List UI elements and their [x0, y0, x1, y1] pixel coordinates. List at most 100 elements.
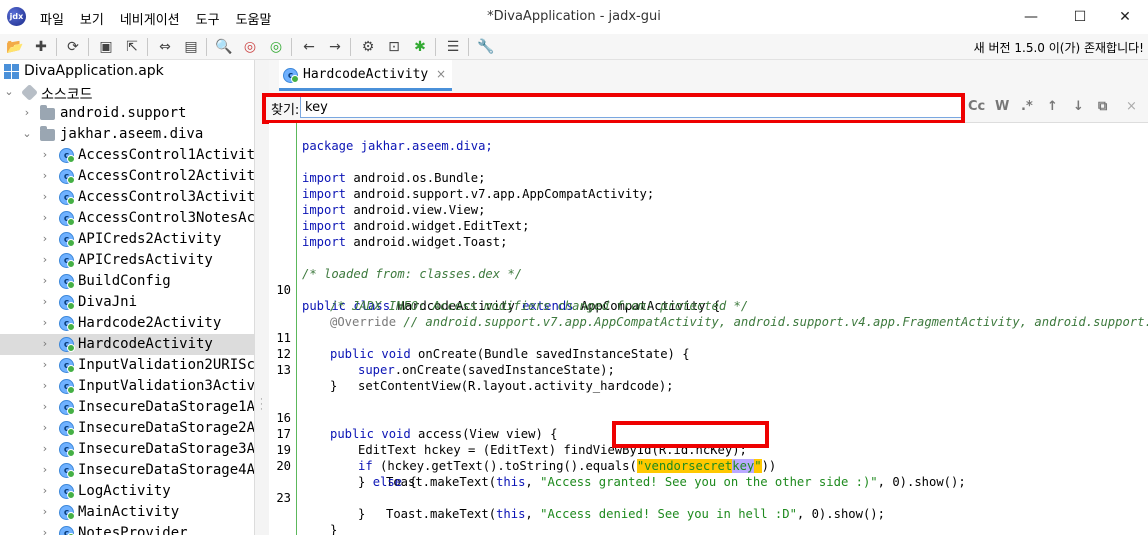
chevron-right-icon[interactable]: › [39, 400, 51, 413]
export-icon[interactable]: ⇱ [122, 37, 142, 57]
menu-help[interactable]: 도움말 [236, 9, 272, 28]
tree-class-item-selected[interactable]: › c HardcodeActivity [0, 334, 254, 355]
forward-icon[interactable]: → [325, 37, 345, 57]
chevron-right-icon[interactable]: › [39, 169, 51, 182]
back-icon[interactable]: ← [299, 37, 319, 57]
tree-class-item[interactable]: › c AccessControl2Activity [0, 166, 254, 187]
tree-node-source[interactable]: ⌄ 소스코드 [0, 82, 254, 103]
tree-node-package[interactable]: ⌄ jakhar.aseem.diva [0, 124, 254, 145]
chevron-right-icon[interactable]: › [39, 526, 51, 535]
wrench-icon[interactable]: 🔧 [476, 37, 496, 57]
tree-class-item[interactable]: › c MainActivity [0, 502, 254, 523]
tree-class-item[interactable]: › c InputValidation2URISchemeActivity [0, 355, 254, 376]
tree-class-item[interactable]: › c AccessControl3Activity [0, 187, 254, 208]
chevron-right-icon[interactable]: › [39, 253, 51, 266]
code-editor[interactable]: package jakhar.aseem.diva; import androi… [269, 123, 1148, 535]
tree-class-item[interactable]: › c InsecureDataStorage1Activity [0, 397, 254, 418]
chevron-right-icon[interactable]: › [39, 211, 51, 224]
find-usage-icon[interactable]: ◎ [266, 37, 286, 57]
tree-class-item[interactable]: › c InsecureDataStorage3Activity [0, 439, 254, 460]
find-all-icon[interactable]: ⧉ [1098, 99, 1107, 114]
debug-icon[interactable]: ✱ [410, 37, 430, 57]
tree-class-item[interactable]: › c InputValidation3Activity [0, 376, 254, 397]
class-icon: c [59, 400, 75, 415]
refresh-icon[interactable]: ⟳ [63, 37, 83, 57]
match-case-toggle[interactable]: Cc [968, 99, 985, 114]
code-line: 23 Toast.makeText(this, "Access denied! … [269, 474, 1148, 521]
menu-view[interactable]: 보기 [80, 9, 104, 28]
tree-class-item[interactable]: › c APICredsActivity [0, 250, 254, 271]
chevron-right-icon[interactable]: › [21, 106, 33, 119]
chevron-right-icon[interactable]: › [39, 190, 51, 203]
whole-word-toggle[interactable]: W [995, 99, 1009, 114]
add-file-icon[interactable]: ✚ [31, 37, 51, 57]
close-tab-icon[interactable]: × [436, 67, 446, 81]
chevron-right-icon[interactable]: › [39, 295, 51, 308]
class-icon: c [59, 253, 75, 268]
chevron-right-icon[interactable]: › [39, 358, 51, 371]
log-icon[interactable]: ⊡ [384, 37, 404, 57]
source-code-icon [21, 84, 38, 101]
chevron-right-icon[interactable]: › [39, 337, 51, 350]
close-window-button[interactable]: ✕ [1102, 4, 1148, 30]
list-icon[interactable]: ☰ [443, 37, 463, 57]
find-next-icon[interactable]: ↓ [1073, 99, 1084, 114]
folder-icon[interactable]: ▤ [181, 37, 201, 57]
chevron-right-icon[interactable]: › [39, 379, 51, 392]
chevron-right-icon[interactable]: › [39, 274, 51, 287]
chevron-down-icon[interactable]: ⌄ [3, 85, 15, 98]
code-line: 10 public class HardcodeActivity extends… [269, 266, 1148, 313]
menu-navigation[interactable]: 네비게이션 [120, 9, 180, 28]
search-icon[interactable]: 🔍 [214, 37, 234, 57]
panel-splitter[interactable]: · · · [255, 60, 269, 535]
chevron-right-icon[interactable]: › [39, 232, 51, 245]
class-icon: c [59, 274, 75, 289]
chevron-right-icon[interactable]: › [39, 463, 51, 476]
chevron-right-icon[interactable]: › [39, 442, 51, 455]
find-class-icon[interactable]: ◎ [240, 37, 260, 57]
tree-node-apk[interactable]: DivaApplication.apk [0, 61, 254, 82]
tree-class-item[interactable]: › c InsecureDataStorage2Activity [0, 418, 254, 439]
tree-class-item[interactable]: › c InsecureDataStorage4Activity [0, 460, 254, 481]
update-notice[interactable]: 새 버전 1.5.0 이(가) 존재합니다! [974, 39, 1144, 56]
tree-class-item[interactable]: › c DivaJni [0, 292, 254, 313]
sync-icon[interactable]: ⇔ [155, 37, 175, 57]
tree-class-item[interactable]: › c AccessControl1Activity [0, 145, 254, 166]
tree-class-item[interactable]: › c APICreds2Activity [0, 229, 254, 250]
code-line: import android.view.View; [269, 186, 1148, 217]
tree-class-item[interactable]: › c Hardcode2Activity [0, 313, 254, 334]
find-previous-icon[interactable]: ↑ [1047, 99, 1058, 114]
tree-node-label: jakhar.aseem.diva [60, 126, 204, 142]
chevron-right-icon[interactable]: › [39, 148, 51, 161]
find-input[interactable] [300, 96, 963, 118]
chevron-right-icon[interactable]: › [39, 505, 51, 518]
tree-class-item[interactable]: › c AccessControl3NotesActivity [0, 208, 254, 229]
code-line: /* JADX INFO: Access modifiers changed f… [269, 282, 1148, 313]
open-file-icon[interactable]: 📂 [5, 37, 25, 57]
maximize-button[interactable]: ☐ [1057, 4, 1103, 30]
menu-file[interactable]: 파일 [40, 9, 64, 28]
tab-hardcode-activity[interactable]: c HardcodeActivity × [279, 60, 452, 91]
chevron-down-icon[interactable]: ⌄ [21, 127, 33, 140]
tree-class-item[interactable]: › c LogActivity [0, 481, 254, 502]
minimize-button[interactable]: — [1008, 4, 1054, 30]
tree-node-package[interactable]: › android.support [0, 103, 254, 124]
menu-tools[interactable]: 도구 [196, 9, 220, 28]
code-text: } [330, 379, 338, 393]
jadx-logo-icon: jdx [7, 7, 26, 26]
tree-class-item[interactable]: › c NotesProvider [0, 523, 254, 535]
regex-toggle[interactable]: .* [1021, 99, 1033, 114]
decompile-icon[interactable]: ⚙ [358, 37, 378, 57]
chevron-right-icon[interactable]: › [39, 316, 51, 329]
chevron-right-icon[interactable]: › [39, 484, 51, 497]
tree-node-label: MainActivity [78, 504, 180, 520]
chevron-right-icon[interactable]: › [39, 421, 51, 434]
close-find-icon[interactable]: × [1126, 99, 1137, 114]
class-icon: c [59, 379, 75, 394]
class-icon: c [59, 358, 75, 373]
package-icon [40, 105, 55, 120]
code-line: 13 setContentView(R.layout.activity_hard… [269, 346, 1148, 393]
save-icon[interactable]: ▣ [96, 37, 116, 57]
tree-class-item[interactable]: › c BuildConfig [0, 271, 254, 292]
drag-handle-icon[interactable]: · · · [260, 396, 263, 415]
